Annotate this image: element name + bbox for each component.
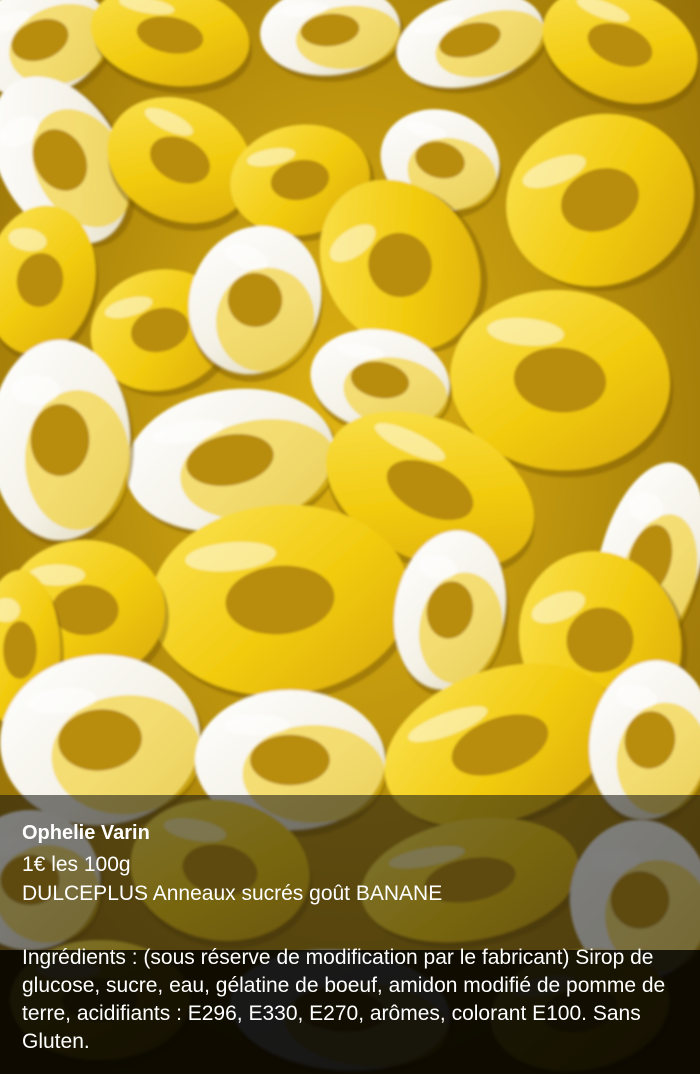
post-caption: Ophelie Varin 1€ les 100g DULCEPLUS Anne…: [22, 820, 678, 908]
product-title: DULCEPLUS Anneaux sucrés goût BANANE: [22, 882, 443, 905]
post-frame: Ophelie Varin 1€ les 100g DULCEPLUS Anne…: [0, 0, 700, 1074]
author-name[interactable]: Ophelie Varin: [22, 820, 678, 846]
ingredients-text: Ingrédients : (sous réserve de modificat…: [22, 946, 666, 1053]
price-text: 1€ les 100g: [22, 853, 131, 876]
